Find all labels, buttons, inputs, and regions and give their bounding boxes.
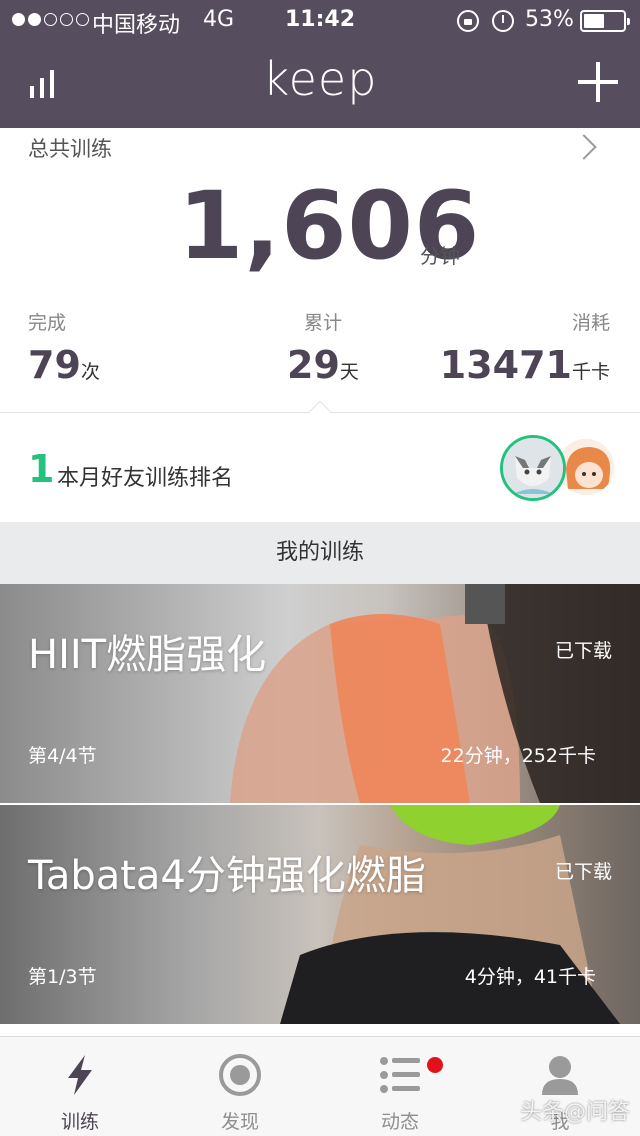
stat-days-value: 29 <box>287 343 340 387</box>
course-title: HIIT燃脂强化 <box>28 632 267 678</box>
tab-feed[interactable]: 动态 <box>320 1037 480 1136</box>
download-status: 已下载 <box>554 861 612 883</box>
ranking-label: 本月好友训练排名 <box>57 466 234 491</box>
stat-completed-unit: 次 <box>80 361 100 383</box>
tab-discover[interactable]: 发现 <box>160 1037 320 1136</box>
stat-calories-value: 13471 <box>439 343 572 387</box>
chevron-right-icon[interactable] <box>571 134 597 160</box>
ranking-number: 1 <box>28 447 55 491</box>
stat-completed-value: 79 <box>28 343 81 387</box>
user-avatar[interactable] <box>500 435 566 501</box>
total-training-label: 总共训练 <box>28 137 112 161</box>
course-title: Tabata4分钟强化燃脂 <box>28 853 426 899</box>
stat-days-label: 累计 <box>303 312 342 334</box>
stat-calories-unit: 千卡 <box>571 361 610 383</box>
rotation-lock-icon <box>457 10 479 32</box>
tab-feed-label: 动态 <box>380 1111 419 1133</box>
stat-days-unit: 天 <box>339 361 359 383</box>
stat-completed: 完成 79次 <box>28 308 100 387</box>
notification-badge <box>427 1057 443 1073</box>
course-photo <box>230 584 640 803</box>
lightning-icon <box>68 1055 92 1095</box>
alarm-icon <box>492 10 514 32</box>
course-meta: 22分钟，252千卡 <box>440 745 596 767</box>
tab-training-label: 训练 <box>60 1111 99 1133</box>
course-section: 第4/4节 <box>28 745 97 767</box>
feed-list-icon <box>380 1057 420 1093</box>
app-logo: keep <box>262 52 378 106</box>
tab-training[interactable]: 训练 <box>0 1037 160 1136</box>
course-card[interactable]: Tabata4分钟强化燃脂 已下载 第1/3节 4分钟，41千卡 <box>0 805 640 1024</box>
course-meta: 4分钟，41千卡 <box>464 966 596 988</box>
stat-calories: 消耗 13471千卡 <box>440 308 610 387</box>
status-bar: 中国移动 4G 11:42 53% <box>0 0 640 40</box>
course-photo <box>280 805 620 1024</box>
tab-discover-label: 发现 <box>220 1111 259 1133</box>
add-icon[interactable] <box>578 62 618 102</box>
my-training-header: 我的训练 <box>0 522 640 584</box>
battery-percent: 53% <box>525 7 574 32</box>
course-section: 第1/3节 <box>28 966 97 988</box>
battery-icon <box>580 10 630 32</box>
total-minutes-unit: 分钟 <box>420 244 460 268</box>
course-card[interactable]: HIIT燃脂强化 已下载 第4/4节 22分钟，252千卡 <box>0 584 640 803</box>
watermark: 头条@问答 <box>519 1100 630 1125</box>
target-icon <box>219 1054 261 1096</box>
stat-completed-label: 完成 <box>28 312 67 334</box>
download-status: 已下载 <box>554 640 612 662</box>
stat-days: 累计 29天 <box>287 308 359 387</box>
stat-calories-label: 消耗 <box>571 312 610 334</box>
friend-ranking-row[interactable]: 1 本月好友训练排名 <box>0 413 640 521</box>
person-icon <box>542 1056 578 1095</box>
